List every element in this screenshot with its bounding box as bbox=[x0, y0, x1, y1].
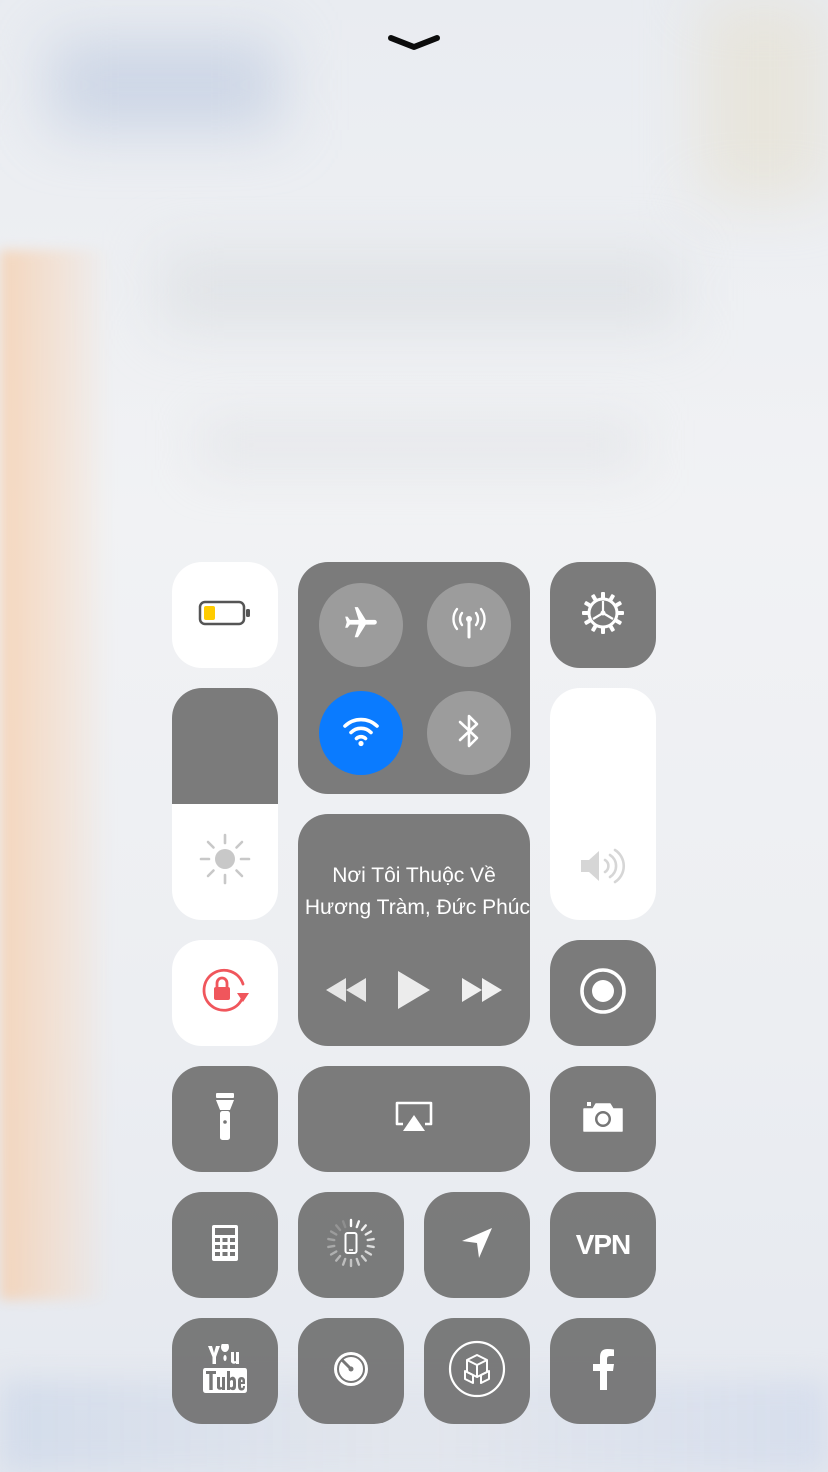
screen-mirroring-icon bbox=[393, 1100, 435, 1138]
airplane-icon bbox=[342, 604, 380, 646]
fast-forward-icon bbox=[460, 976, 504, 1008]
bluetooth-button[interactable] bbox=[427, 691, 511, 775]
connectivity-panel bbox=[298, 562, 530, 794]
low-power-mode-button[interactable] bbox=[172, 562, 278, 668]
wallpaper-blur bbox=[200, 420, 640, 470]
cydia-icon bbox=[447, 1339, 507, 1403]
play-icon bbox=[395, 969, 433, 1015]
bluetooth-icon bbox=[456, 711, 482, 755]
song-artist: Tiến Minh, Hương Tràm, Đức Phúc bbox=[298, 896, 530, 920]
vpn-button[interactable]: VPN bbox=[550, 1192, 656, 1298]
settings-button[interactable] bbox=[550, 562, 656, 668]
wallpaper-blur bbox=[160, 250, 680, 330]
chevron-down-icon[interactable] bbox=[384, 28, 444, 58]
wifi-icon bbox=[341, 715, 381, 751]
media-controls bbox=[298, 964, 530, 1020]
airplane-mode-button[interactable] bbox=[319, 583, 403, 667]
wallpaper-blur bbox=[0, 250, 110, 1300]
calculator-icon bbox=[211, 1224, 239, 1266]
facebook-button[interactable] bbox=[550, 1318, 656, 1424]
rewind-icon bbox=[324, 976, 368, 1008]
vpn-label: VPN bbox=[575, 1229, 632, 1260]
timer-button[interactable] bbox=[298, 1318, 404, 1424]
phone-spinner-icon bbox=[324, 1216, 378, 1274]
screen-mirroring-button[interactable] bbox=[298, 1066, 530, 1172]
rewind-button[interactable] bbox=[320, 964, 372, 1020]
location-button[interactable] bbox=[424, 1192, 530, 1298]
cydia-button[interactable] bbox=[424, 1318, 530, 1424]
cellular-data-button[interactable] bbox=[427, 583, 511, 667]
rotation-lock-icon bbox=[199, 967, 251, 1019]
sun-icon bbox=[172, 833, 278, 885]
song-title: Nơi Tôi Thuộc Về bbox=[332, 864, 496, 887]
phone-activity-button[interactable] bbox=[298, 1192, 404, 1298]
rotation-lock-button[interactable] bbox=[172, 940, 278, 1046]
wallpaper-blur bbox=[50, 40, 280, 130]
volume-slider[interactable] bbox=[550, 688, 656, 920]
calculator-button[interactable] bbox=[172, 1192, 278, 1298]
screen-recording-button[interactable] bbox=[550, 940, 656, 1046]
battery-low-icon bbox=[198, 600, 252, 630]
brightness-slider[interactable] bbox=[172, 688, 278, 920]
cellular-antenna-icon bbox=[449, 603, 489, 647]
youtube-icon bbox=[203, 1342, 247, 1398]
camera-button[interactable] bbox=[550, 1066, 656, 1172]
location-arrow-icon bbox=[459, 1225, 495, 1265]
timer-icon bbox=[331, 1349, 371, 1393]
song-artist-text: Tiến Minh, Hương Tràm, Đức Phúc bbox=[298, 896, 530, 919]
now-playing-panel: Nơi Tôi Thuộc Về Tiến Minh, Hương Tràm, … bbox=[298, 814, 530, 1046]
fast-forward-button[interactable] bbox=[456, 964, 508, 1020]
speaker-icon bbox=[550, 846, 656, 886]
wallpaper-blur bbox=[700, 0, 828, 200]
wallpaper-blur bbox=[0, 1380, 828, 1472]
flashlight-button[interactable] bbox=[172, 1066, 278, 1172]
wifi-button[interactable] bbox=[319, 691, 403, 775]
flashlight-icon bbox=[213, 1092, 237, 1146]
gear-icon bbox=[581, 591, 625, 639]
play-button[interactable] bbox=[388, 964, 440, 1020]
facebook-icon bbox=[591, 1348, 615, 1394]
youtube-button[interactable] bbox=[172, 1318, 278, 1424]
record-icon bbox=[578, 966, 628, 1020]
camera-icon bbox=[581, 1100, 625, 1138]
brightness-slider-track bbox=[172, 688, 278, 804]
